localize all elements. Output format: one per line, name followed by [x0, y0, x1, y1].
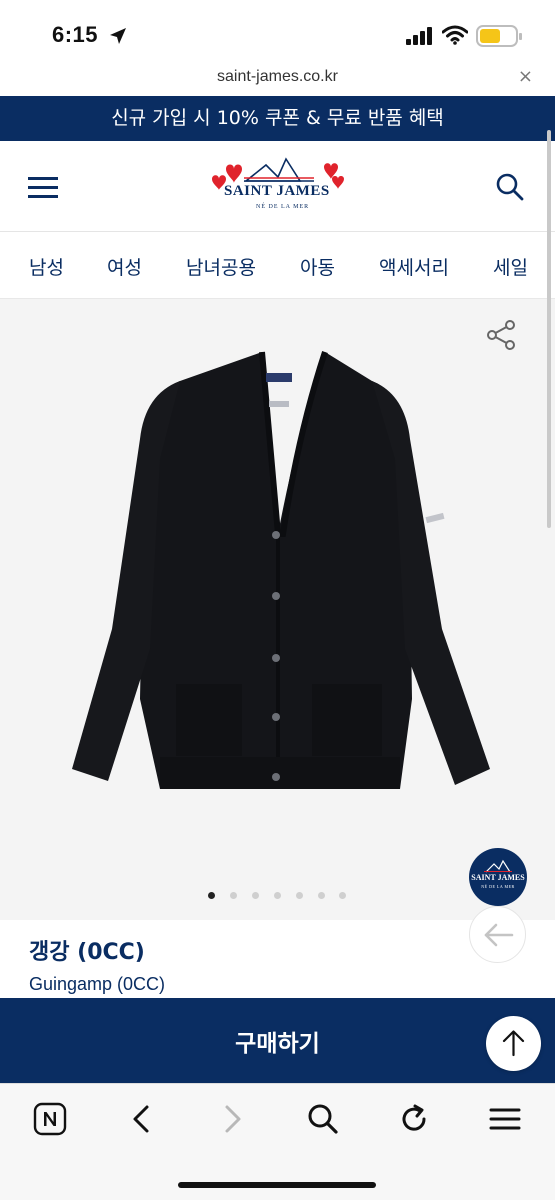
product-name-english: Guingamp (0CC): [29, 974, 166, 994]
status-bar: 6:15: [0, 0, 555, 62]
category-unisex[interactable]: 남녀공용: [186, 253, 256, 280]
reload-icon[interactable]: [398, 1102, 430, 1136]
category-kids[interactable]: 아동: [300, 253, 335, 280]
battery-icon: [476, 25, 522, 47]
url-bar[interactable]: saint-james.co.kr ×: [0, 62, 555, 96]
scroll-top-button[interactable]: [486, 1016, 541, 1071]
hamburger-menu-icon[interactable]: [28, 177, 58, 198]
status-time: 6:15: [52, 22, 99, 47]
url-text[interactable]: saint-james.co.kr: [0, 68, 555, 86]
round-logo-tagline: NÉ DE LA MER: [481, 884, 515, 889]
location-arrow-icon: [110, 28, 126, 44]
home-indicator[interactable]: [178, 1182, 376, 1188]
carousel-dot[interactable]: [252, 892, 259, 899]
close-icon[interactable]: ×: [518, 66, 533, 87]
buy-button[interactable]: 구매하기: [0, 998, 555, 1083]
carousel-dot[interactable]: [318, 892, 325, 899]
logo-tagline: NÉ DE LA MER: [256, 204, 310, 210]
menu-icon[interactable]: [488, 1102, 522, 1136]
wifi-icon: [442, 25, 468, 45]
logo-text: SAINT JAMES: [224, 183, 330, 199]
cardigan-image: [72, 351, 490, 789]
carousel-dot[interactable]: [208, 892, 215, 899]
naver-home-icon[interactable]: [33, 1102, 67, 1136]
carousel-dot[interactable]: [230, 892, 237, 899]
carousel-dot[interactable]: [339, 892, 346, 899]
cellular-signal-icon: [406, 27, 432, 45]
category-nav: 남성 여성 남녀공용 아동 액세서리 세일: [0, 232, 555, 299]
arrow-up-icon: [502, 1030, 525, 1057]
promo-banner[interactable]: 신규 가입 시 10% 쿠폰 & 무료 반품 혜택: [0, 96, 555, 141]
carousel-dot[interactable]: [274, 892, 281, 899]
product-name-korean: 갱강 (0CC): [29, 940, 145, 965]
back-button[interactable]: [469, 906, 526, 963]
category-men[interactable]: 남성: [29, 253, 64, 280]
share-icon[interactable]: [486, 319, 516, 351]
round-logo-text: SAINT JAMES: [471, 873, 525, 882]
site-header: SAINT JAMES NÉ DE LA MER: [0, 141, 555, 232]
carousel-dot[interactable]: [296, 892, 303, 899]
category-sale[interactable]: 세일: [493, 253, 528, 280]
buy-button-label: 구매하기: [235, 1031, 320, 1057]
scrollbar[interactable]: [547, 130, 551, 528]
brand-logo[interactable]: SAINT JAMES NÉ DE LA MER: [206, 153, 356, 219]
arrow-left-icon: [484, 923, 514, 947]
search-icon[interactable]: [307, 1102, 339, 1136]
category-women[interactable]: 여성: [107, 253, 142, 280]
category-accessories[interactable]: 액세서리: [379, 253, 449, 280]
forward-icon[interactable]: [222, 1102, 244, 1136]
search-icon[interactable]: [496, 173, 524, 201]
back-icon[interactable]: [130, 1102, 152, 1136]
product-image-area[interactable]: [0, 299, 555, 920]
floating-brand-button[interactable]: SAINT JAMES NÉ DE LA MER: [469, 848, 527, 906]
